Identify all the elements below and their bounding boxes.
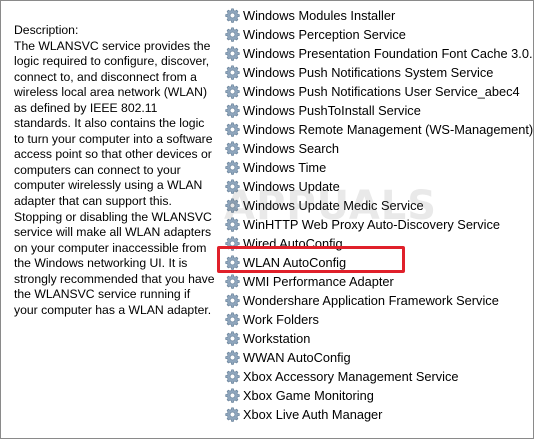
service-gear-icon <box>225 236 240 251</box>
service-gear-icon <box>225 160 240 175</box>
service-name: Windows Presentation Foundation Font Cac… <box>243 46 533 61</box>
service-row-xbox-live-auth-manager[interactable]: Xbox Live Auth Manager <box>220 405 533 424</box>
service-row-windows-search[interactable]: Windows Search <box>220 139 533 158</box>
service-name: WinHTTP Web Proxy Auto-Discovery Service <box>243 217 500 232</box>
service-description-pane: Description: The WLANSVC service provide… <box>1 1 220 438</box>
description-text: The WLANSVC service provides the logic r… <box>14 38 215 317</box>
service-name: Windows Modules Installer <box>243 8 396 23</box>
description-heading: Description: <box>14 23 79 37</box>
service-row-work-folders[interactable]: Work Folders <box>220 310 533 329</box>
service-gear-icon <box>225 388 240 403</box>
service-gear-icon <box>225 122 240 137</box>
service-name: Windows Search <box>243 141 340 156</box>
service-row-windows-presentation-foundation-font-cache-3-0[interactable]: Windows Presentation Foundation Font Cac… <box>220 44 533 63</box>
services-list: Windows Modules Installer Windows Percep… <box>220 6 533 424</box>
service-row-windows-update[interactable]: Windows Update <box>220 177 533 196</box>
service-gear-icon <box>225 407 240 422</box>
service-name: Xbox Accessory Management Service <box>243 369 459 384</box>
service-gear-icon <box>225 65 240 80</box>
service-name: Wired AutoConfig <box>243 236 343 251</box>
service-row-winhttp-web-proxy-auto-discovery-service[interactable]: WinHTTP Web Proxy Auto-Discovery Service <box>220 215 533 234</box>
service-name: WWAN AutoConfig <box>243 350 351 365</box>
services-list-pane: Windows Modules Installer Windows Percep… <box>220 1 533 438</box>
service-row-xbox-game-monitoring[interactable]: Xbox Game Monitoring <box>220 386 533 405</box>
service-row-windows-pushtoinstall-service[interactable]: Windows PushToInstall Service <box>220 101 533 120</box>
service-name: Windows Push Notifications System Servic… <box>243 65 494 80</box>
service-gear-icon <box>225 46 240 61</box>
service-name: Windows Time <box>243 160 327 175</box>
service-name: Workstation <box>243 331 311 346</box>
service-row-wlan-autoconfig[interactable]: WLAN AutoConfig <box>220 253 533 272</box>
service-gear-icon <box>225 141 240 156</box>
service-gear-icon <box>225 84 240 99</box>
service-gear-icon <box>225 179 240 194</box>
service-name: Windows Perception Service <box>243 27 406 42</box>
service-name: Windows Update Medic Service <box>243 198 424 213</box>
service-name: WLAN AutoConfig <box>243 255 347 270</box>
service-gear-icon <box>225 217 240 232</box>
services-window: Description: The WLANSVC service provide… <box>0 0 534 439</box>
service-gear-icon <box>225 331 240 346</box>
service-row-windows-push-notifications-system-service[interactable]: Windows Push Notifications System Servic… <box>220 63 533 82</box>
service-row-windows-push-notifications-user-service-abec4[interactable]: Windows Push Notifications User Service_… <box>220 82 533 101</box>
service-name: Xbox Game Monitoring <box>243 388 374 403</box>
service-row-wondershare-application-framework-service[interactable]: Wondershare Application Framework Servic… <box>220 291 533 310</box>
service-row-wmi-performance-adapter[interactable]: WMI Performance Adapter <box>220 272 533 291</box>
service-row-xbox-accessory-management-service[interactable]: Xbox Accessory Management Service <box>220 367 533 386</box>
service-gear-icon <box>225 350 240 365</box>
service-name: Windows Push Notifications User Service_… <box>243 84 520 99</box>
service-gear-icon <box>225 369 240 384</box>
service-row-workstation[interactable]: Workstation <box>220 329 533 348</box>
service-row-windows-time[interactable]: Windows Time <box>220 158 533 177</box>
service-gear-icon <box>225 255 240 270</box>
service-name: Windows Remote Management (WS-Management… <box>243 122 533 137</box>
service-gear-icon <box>225 274 240 289</box>
service-row-windows-remote-management-ws-management[interactable]: Windows Remote Management (WS-Management… <box>220 120 533 139</box>
service-name: Xbox Live Auth Manager <box>243 407 383 422</box>
service-gear-icon <box>225 8 240 23</box>
service-row-windows-perception-service[interactable]: Windows Perception Service <box>220 25 533 44</box>
service-name: Windows PushToInstall Service <box>243 103 421 118</box>
service-name: Wondershare Application Framework Servic… <box>243 293 499 308</box>
service-gear-icon <box>225 293 240 308</box>
service-name: Windows Update <box>243 179 340 194</box>
service-gear-icon <box>225 312 240 327</box>
service-gear-icon <box>225 198 240 213</box>
service-gear-icon <box>225 103 240 118</box>
service-name: Work Folders <box>243 312 319 327</box>
service-row-windows-modules-installer[interactable]: Windows Modules Installer <box>220 6 533 25</box>
service-gear-icon <box>225 27 240 42</box>
service-row-wwan-autoconfig[interactable]: WWAN AutoConfig <box>220 348 533 367</box>
service-row-wired-autoconfig[interactable]: Wired AutoConfig <box>220 234 533 253</box>
service-row-windows-update-medic-service[interactable]: Windows Update Medic Service <box>220 196 533 215</box>
service-name: WMI Performance Adapter <box>243 274 394 289</box>
